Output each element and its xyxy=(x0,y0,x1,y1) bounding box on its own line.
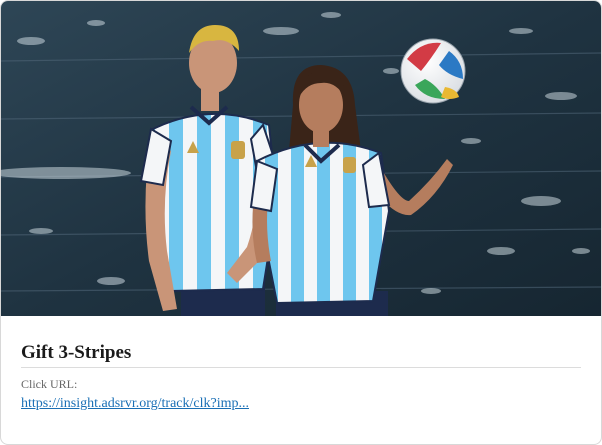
ad-hero-image[interactable] xyxy=(1,1,601,316)
football-icon xyxy=(400,38,466,104)
click-url-link[interactable]: https://insight.adsrvr.org/track/clk?imp… xyxy=(21,396,249,412)
ad-title[interactable]: Gift 3-Stripes xyxy=(21,342,581,366)
click-url-label: Click URL: xyxy=(21,377,78,391)
ad-text-section: Gift 3-Stripes Click URL: https://insigh… xyxy=(21,316,581,412)
ad-card[interactable]: Gift 3-Stripes Click URL: https://insigh… xyxy=(0,0,602,445)
hero-illustration xyxy=(1,1,601,316)
title-divider xyxy=(21,367,581,368)
